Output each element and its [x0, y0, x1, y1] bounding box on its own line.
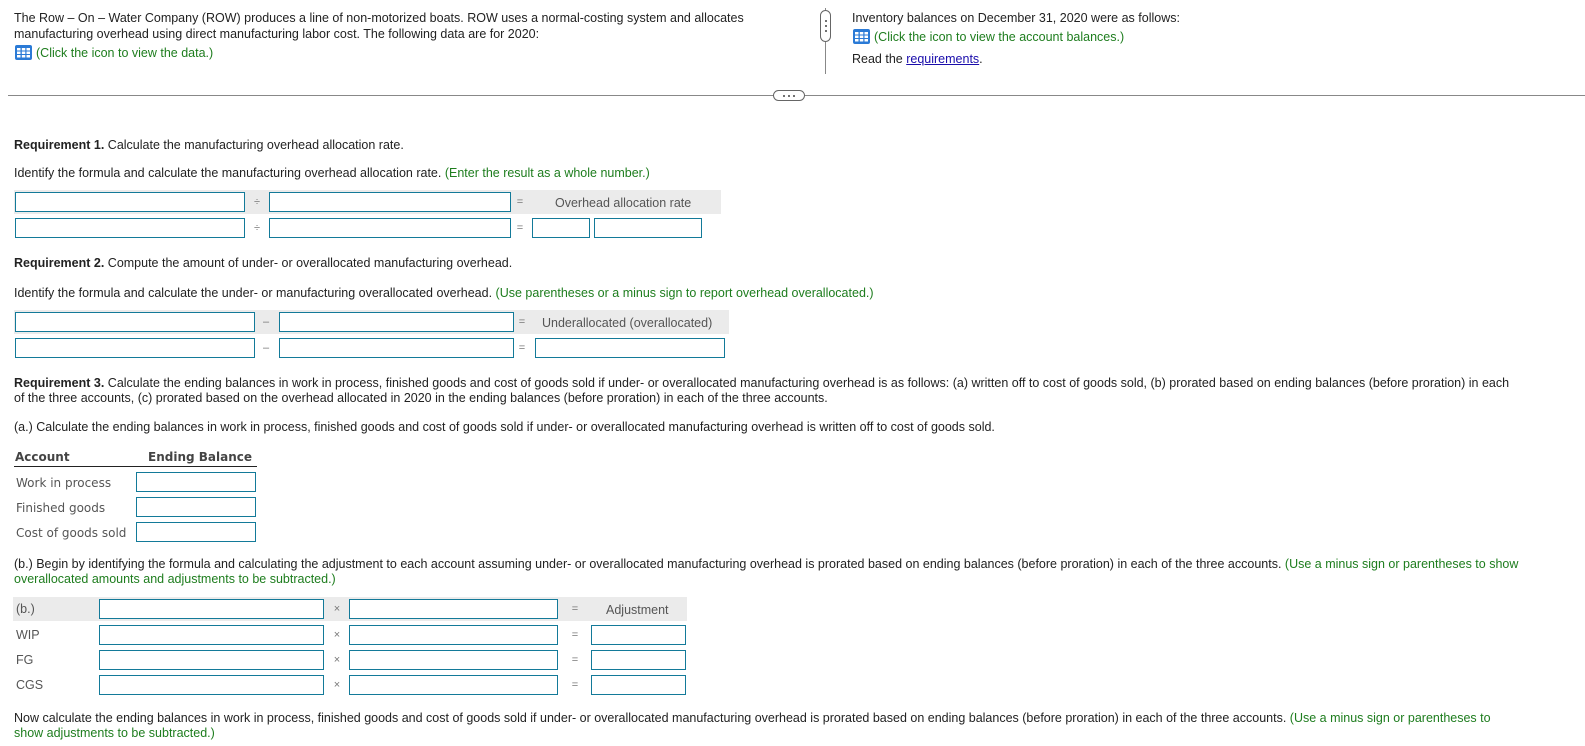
req1-heading-text: Calculate the manufacturing overhead all… [104, 138, 404, 152]
vertical-resize-handle[interactable] [820, 10, 831, 42]
account-row-fg: Finished goods [16, 501, 106, 515]
req1-hint: (Enter the result as a whole number.) [444, 166, 650, 180]
view-data-link[interactable]: (Click the icon to view the data.) [15, 45, 213, 61]
minus-operator: – [262, 316, 270, 328]
req1-denominator-label-input[interactable] [269, 192, 511, 212]
req1-instruction-text: Identify the formula and calculate the m… [14, 166, 445, 180]
req2-subtrahend-value-input[interactable] [279, 338, 514, 358]
read-prefix: Read the [852, 52, 907, 66]
table-a-header-rule [14, 466, 257, 467]
req2-heading: Requirement 2. Compute the amount of und… [14, 255, 512, 271]
req1-instruction: Identify the formula and calculate the m… [14, 165, 650, 181]
part-b-row-fg-label: FG [16, 653, 34, 667]
req3-heading-bold: Requirement 3. [14, 376, 105, 390]
equals-operator: = [518, 342, 526, 354]
view-balances-text[interactable]: (Click the icon to view the account bala… [874, 30, 1124, 44]
now-calculate-text: Now calculate the ending balances in wor… [14, 710, 1491, 726]
now-hint-1: (Use a minus sign or parentheses to [1289, 711, 1491, 725]
fg-adjustment-input[interactable] [591, 650, 686, 670]
wip-factor1-input[interactable] [99, 625, 324, 645]
part-b-header-label: (b.) [16, 602, 35, 616]
read-requirements-line: Read the requirements. [852, 51, 983, 67]
req2-subtrahend-label-input[interactable] [279, 312, 514, 332]
part-b-hint-1: (Use a minus sign or parentheses to show [1284, 557, 1519, 571]
cgs-factor1-input[interactable] [99, 675, 324, 695]
part-b-hint-2: overallocated amounts and adjustments to… [14, 572, 336, 586]
cgs-adjustment-input[interactable] [591, 675, 686, 695]
req1-heading-bold: Requirement 1. [14, 138, 105, 152]
divide-operator: ÷ [253, 222, 261, 234]
underallocated-label: Underallocated (overallocated) [542, 316, 713, 330]
equals-operator: = [571, 679, 579, 691]
cgs-factor2-input[interactable] [349, 675, 558, 695]
underallocated-value-input[interactable] [535, 338, 725, 358]
minus-operator: – [262, 342, 270, 354]
equals-operator: = [516, 196, 524, 208]
req2-hint: (Use parentheses or a minus sign to repo… [495, 286, 874, 300]
requirements-link[interactable]: requirements [906, 52, 979, 66]
req1-numerator-value-input[interactable] [15, 218, 245, 238]
now-hint-2: show adjustments to be subtracted.) [14, 726, 215, 740]
req2-minuend-label-input[interactable] [15, 312, 255, 332]
part-b-instruction: (b.) Begin by identifying the formula an… [14, 557, 1285, 571]
table-grid-icon[interactable] [15, 45, 32, 60]
col-header-ending-balance: Ending Balance [148, 450, 253, 464]
read-suffix: . [979, 52, 983, 66]
ending-balance-fg-input[interactable] [136, 497, 256, 517]
inventory-text: Inventory balances on December 31, 2020 … [852, 11, 1180, 25]
req3-heading-text-1: Calculate the ending balances in work in… [104, 376, 1510, 390]
wip-factor2-input[interactable] [349, 625, 558, 645]
times-operator: × [333, 629, 341, 641]
part-b-factor1-label-input[interactable] [99, 599, 324, 619]
adjustment-label: Adjustment [606, 603, 669, 617]
times-operator: × [333, 654, 341, 666]
fg-factor1-input[interactable] [99, 650, 324, 670]
req2-heading-text: Compute the amount of under- or overallo… [104, 256, 513, 270]
equals-operator: = [518, 316, 526, 328]
times-operator: × [333, 679, 341, 691]
overhead-rate-unit-input[interactable] [594, 218, 702, 238]
req2-instruction: Identify the formula and calculate the u… [14, 285, 874, 301]
account-row-cgs: Cost of goods sold [16, 526, 127, 540]
req2-minuend-value-input[interactable] [15, 338, 255, 358]
req3-heading-text-2: of the three accounts, (c) prorated base… [14, 391, 828, 405]
wip-adjustment-input[interactable] [591, 625, 686, 645]
fg-factor2-input[interactable] [349, 650, 558, 670]
req3-part-a-text: (a.) Calculate the ending balances in wo… [14, 420, 995, 434]
ending-balance-cgs-input[interactable] [136, 522, 256, 542]
view-data-text[interactable]: (Click the icon to view the data.) [36, 46, 213, 60]
overhead-rate-label: Overhead allocation rate [555, 196, 692, 210]
now-instruction: Now calculate the ending balances in wor… [14, 711, 1290, 725]
account-row-wip: Work in process [16, 476, 112, 490]
divide-operator: ÷ [253, 196, 261, 208]
part-b-row-cgs-label: CGS [16, 678, 44, 692]
times-operator: × [333, 603, 341, 615]
view-balances-link[interactable]: (Click the icon to view the account bala… [853, 29, 1124, 45]
part-b-factor2-label-input[interactable] [349, 599, 558, 619]
req3-part-b-text: (b.) Begin by identifying the formula an… [14, 556, 1518, 572]
req1-denominator-value-input[interactable] [269, 218, 511, 238]
req2-instruction-text: Identify the formula and calculate the u… [14, 286, 496, 300]
intro-line-1: The Row – On – Water Company (ROW) produ… [14, 11, 744, 25]
ending-balance-wip-input[interactable] [136, 472, 256, 492]
equals-operator: = [571, 603, 579, 615]
req1-numerator-label-input[interactable] [15, 192, 245, 212]
table-grid-icon[interactable] [853, 29, 870, 44]
req3-heading: Requirement 3. Calculate the ending bala… [14, 375, 1509, 391]
equals-operator: = [516, 222, 524, 234]
equals-operator: = [571, 629, 579, 641]
horizontal-resize-handle[interactable] [773, 90, 805, 101]
overhead-rate-input[interactable] [532, 218, 590, 238]
part-b-row-wip-label: WIP [16, 628, 40, 642]
equals-operator: = [571, 654, 579, 666]
req1-heading: Requirement 1. Calculate the manufacturi… [14, 137, 404, 153]
req2-heading-bold: Requirement 2. [14, 256, 105, 270]
col-header-account: Account [15, 450, 70, 464]
intro-line-2: manufacturing overhead using direct manu… [14, 27, 540, 41]
